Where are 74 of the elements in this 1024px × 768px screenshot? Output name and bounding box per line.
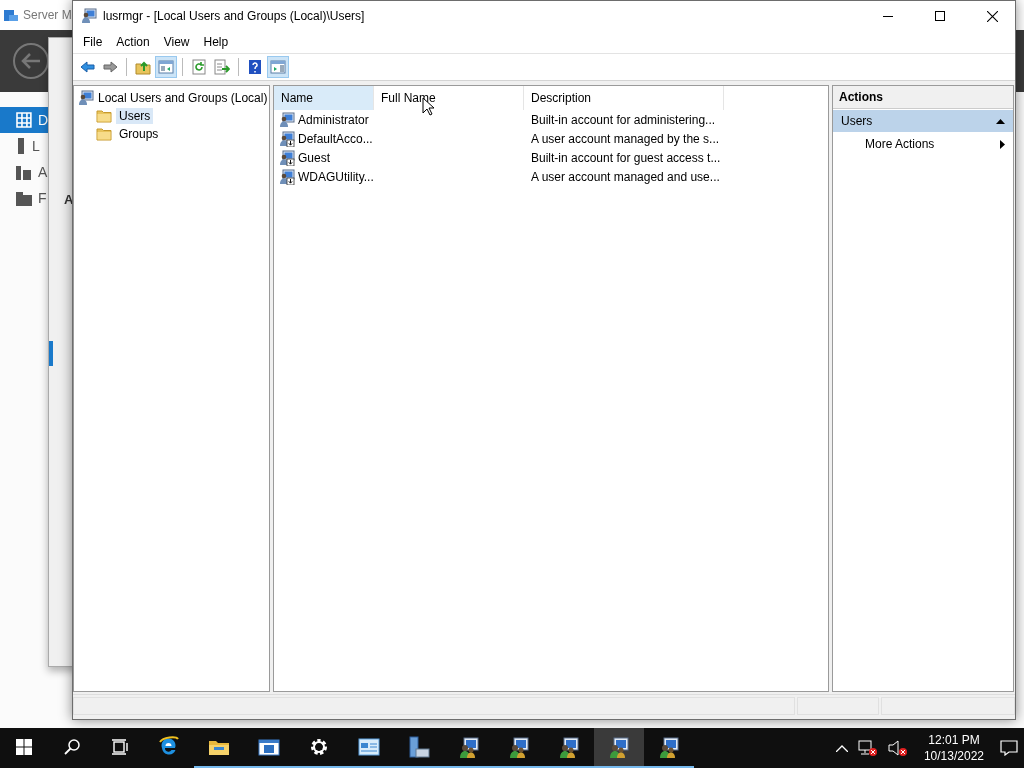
disabled-user-icon — [279, 149, 295, 166]
disabled-user-icon — [279, 168, 295, 185]
caret-icon — [1000, 139, 1005, 149]
refresh-icon — [191, 59, 207, 75]
menu-item[interactable]: Action — [109, 32, 157, 52]
menu-item[interactable]: Help — [196, 32, 236, 52]
network-error-icon[interactable] — [857, 739, 878, 757]
section-label: Users — [841, 114, 873, 128]
export-list-icon — [214, 59, 230, 75]
tree-item[interactable]: Users — [116, 108, 154, 124]
nav-item[interactable]: L — [0, 133, 48, 159]
folder-icon — [96, 127, 112, 141]
section-label: A — [64, 192, 74, 207]
close-icon — [986, 10, 998, 22]
tree-item[interactable]: Local Users and Groups (Local) — [98, 91, 268, 105]
nav-item[interactable]: F — [0, 185, 48, 211]
table-cell: A user account managed by the s... — [531, 131, 720, 146]
clock-date: 10/13/2022 — [923, 748, 984, 764]
folder-up-icon — [135, 59, 151, 75]
clock-time: 12:01 PM — [928, 732, 980, 748]
table-cell: Built-in account for administering... — [531, 112, 716, 127]
users-icon — [558, 736, 580, 758]
search-icon — [64, 739, 80, 755]
disabled-user-icon — [279, 130, 295, 147]
tree-item[interactable]: Groups — [116, 126, 162, 142]
table-cell[interactable]: Administrator — [298, 112, 369, 127]
speaker-muted-icon[interactable] — [887, 739, 908, 757]
maximize-icon — [935, 11, 945, 21]
user-icon — [279, 111, 295, 128]
action-pane-icon — [270, 59, 286, 75]
window-icon — [258, 736, 280, 758]
servers-icon — [16, 164, 32, 180]
task-view-icon — [111, 739, 129, 755]
action-item[interactable]: More Actions — [833, 132, 1013, 156]
table-cell: A user account managed and use... — [531, 169, 720, 184]
table-cell[interactable]: DefaultAcco... — [298, 131, 373, 146]
collapse-caret-icon[interactable] — [996, 118, 1005, 124]
chevron-up-icon[interactable] — [835, 744, 848, 752]
actions-section-header[interactable]: Users — [833, 110, 1013, 132]
menu-item[interactable]: View — [156, 32, 197, 52]
column-header[interactable]: Name — [274, 86, 374, 110]
pane-title: Actions — [833, 86, 1013, 109]
clock[interactable]: 12:01 PM 10/13/2022 — [917, 732, 990, 764]
toolbar-button[interactable] — [211, 56, 233, 78]
folder-icon — [96, 109, 112, 123]
table-cell[interactable]: Guest — [298, 150, 330, 165]
app-icon — [3, 7, 19, 23]
action-label: More Actions — [865, 137, 935, 151]
minimize-icon — [883, 15, 893, 17]
windows-logo-icon — [16, 739, 32, 755]
users-app-icon — [81, 8, 97, 24]
tree-pane-icon — [158, 59, 174, 75]
users-icon — [658, 736, 680, 758]
nav-item[interactable]: A — [0, 159, 48, 185]
users-icon — [458, 736, 480, 758]
folder-icon — [16, 190, 32, 206]
gear-icon — [308, 736, 330, 758]
window-title: Server M — [23, 8, 72, 22]
help-icon — [247, 59, 263, 75]
menu-item[interactable]: File — [76, 32, 110, 52]
window-title: lusrmgr - [Local Users and Groups (Local)\Users] — [103, 9, 366, 23]
users-icon — [508, 736, 530, 758]
table-cell[interactable]: WDAGUtility... — [298, 169, 374, 184]
computer-users-icon — [78, 90, 94, 106]
table-cell: Built-in account for guest access t... — [531, 150, 721, 165]
nav-item[interactable]: D — [0, 107, 48, 133]
grid-icon — [16, 112, 32, 128]
notification-icon[interactable] — [1000, 740, 1018, 756]
users-icon — [608, 736, 630, 758]
back-arrow-icon — [79, 59, 95, 75]
forward-arrow-icon — [102, 59, 118, 75]
column-header[interactable]: Description — [524, 86, 724, 110]
card-icon — [358, 736, 380, 758]
back-icon[interactable] — [12, 42, 50, 80]
